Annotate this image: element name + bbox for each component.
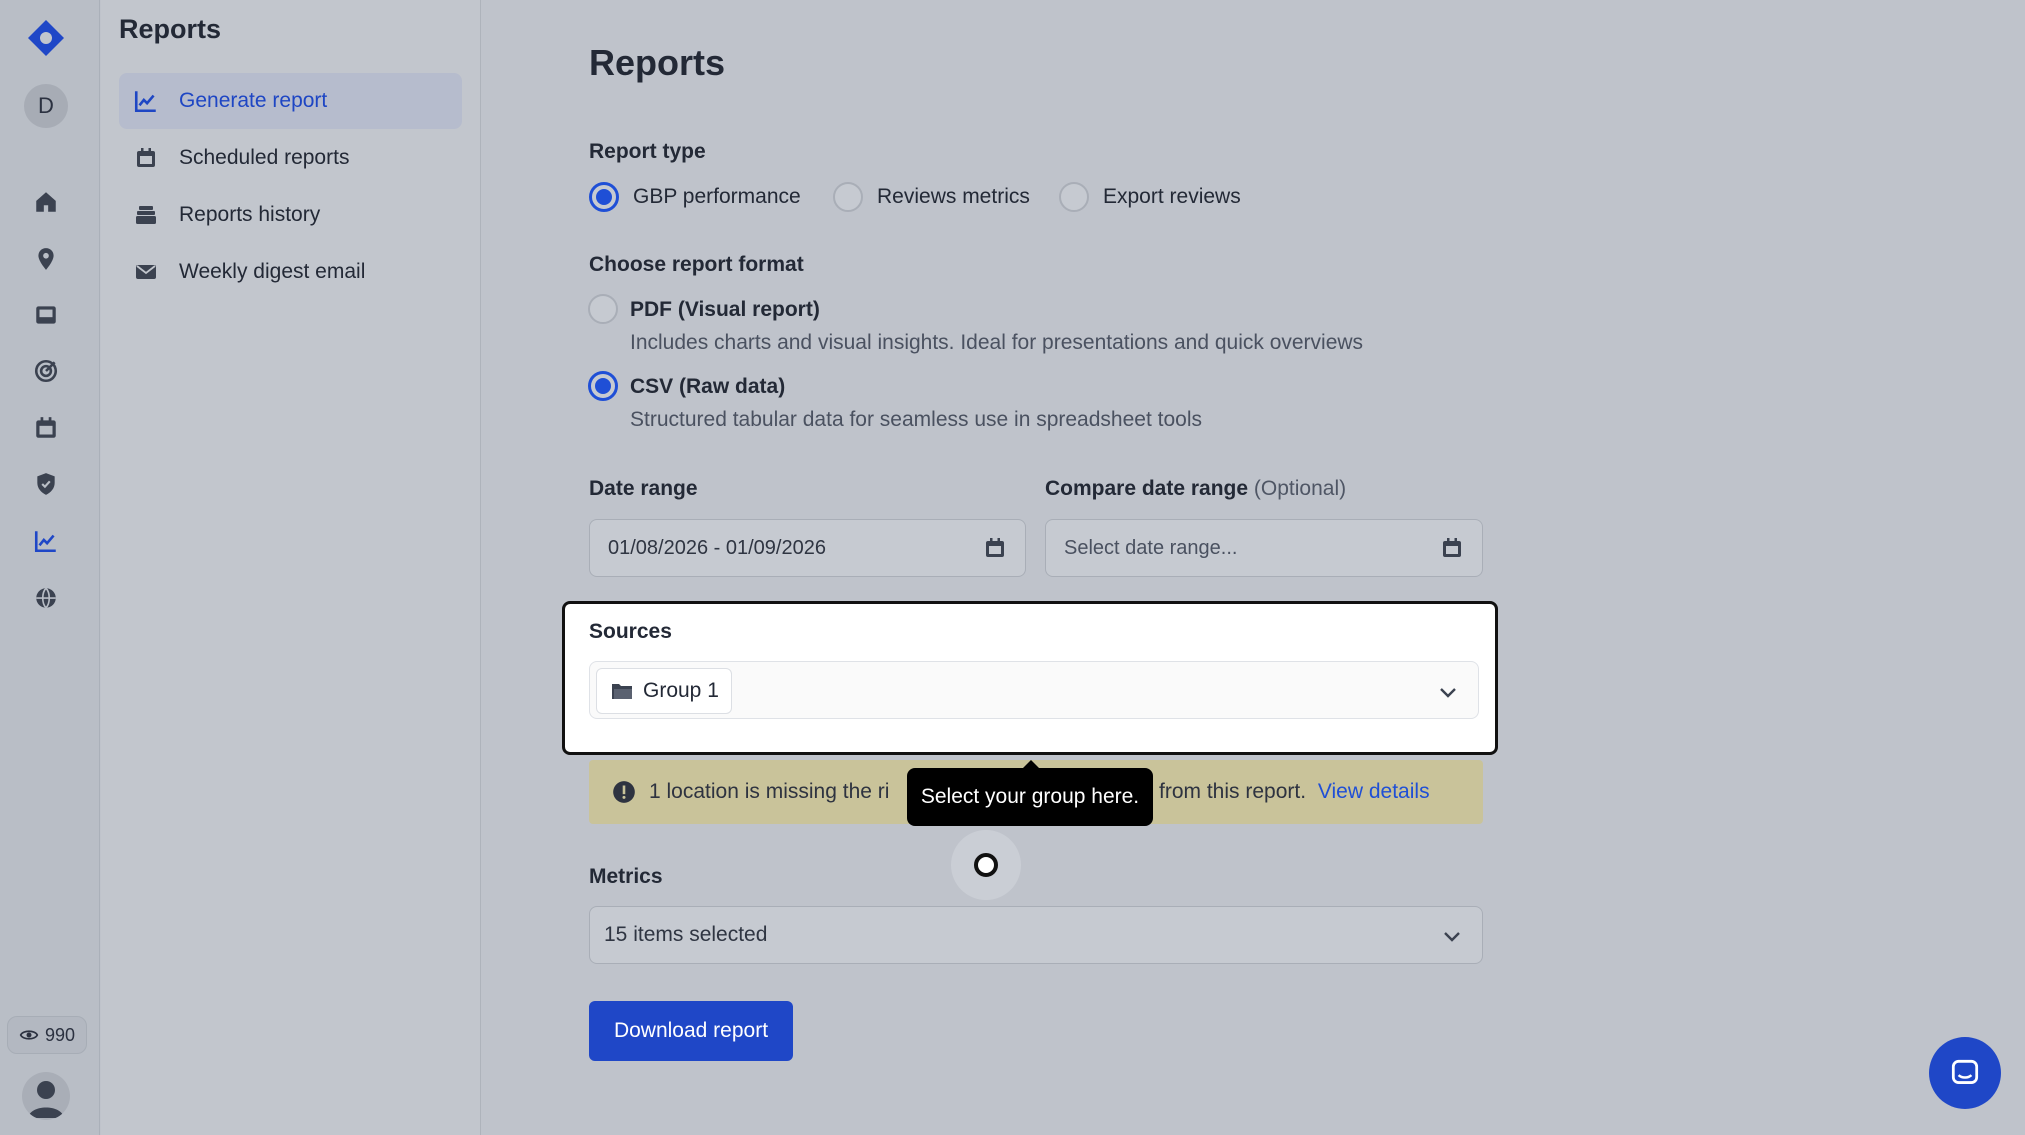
avatar-initial: D xyxy=(38,93,54,118)
icon-rail: D 990 xyxy=(0,0,100,1135)
date-range-value: 01/08/2026 - 01/09/2026 xyxy=(608,536,826,559)
page-title: Reports xyxy=(589,42,726,83)
radio-gbp-performance[interactable]: GBP performance xyxy=(589,182,801,212)
logo-icon[interactable] xyxy=(26,18,66,58)
envelope-icon xyxy=(133,259,159,285)
cursor-indicator xyxy=(974,853,998,877)
sources-select[interactable]: Group 1 xyxy=(589,661,1479,719)
sidebar-item-generate-report[interactable]: Generate report xyxy=(119,73,462,129)
chevron-down-icon[interactable] xyxy=(1440,924,1464,948)
radio-label: Export reviews xyxy=(1103,185,1241,208)
radio-pdf[interactable] xyxy=(588,294,618,324)
eye-icon xyxy=(19,1030,39,1040)
inbox-icon[interactable] xyxy=(32,301,60,329)
chart-line-icon[interactable] xyxy=(26,521,66,561)
calendar-icon[interactable] xyxy=(32,414,60,442)
report-format-label: Choose report format xyxy=(589,253,804,276)
credits-count: 990 xyxy=(44,1024,76,1045)
stack-icon xyxy=(133,202,159,228)
sidebar-item-label: Generate report xyxy=(179,89,328,112)
sources-label: Sources xyxy=(589,620,672,643)
warning-text-end: from this report. View details xyxy=(1159,780,1430,804)
radio-csv[interactable] xyxy=(588,371,618,401)
metrics-value: 15 items selected xyxy=(604,923,768,946)
radio-button[interactable] xyxy=(833,182,863,212)
credits-badge[interactable]: 990 xyxy=(7,1016,87,1054)
view-details-link[interactable]: View details xyxy=(1318,780,1430,803)
metrics-label: Metrics xyxy=(589,865,663,888)
chevron-down-icon[interactable] xyxy=(1436,680,1460,704)
user-icon[interactable] xyxy=(22,1072,70,1120)
warning-text-start: 1 location is missing the ri xyxy=(649,780,890,803)
chat-button[interactable] xyxy=(1929,1037,2001,1109)
location-pin-icon[interactable] xyxy=(32,245,60,273)
chart-line-icon xyxy=(133,88,159,114)
warning-text: from this report. xyxy=(1159,780,1307,803)
sources-highlight: Sources Group 1 xyxy=(562,601,1498,755)
radio-label: GBP performance xyxy=(633,185,801,208)
globe-icon[interactable] xyxy=(32,584,60,612)
target-icon[interactable] xyxy=(32,357,60,385)
download-report-button[interactable]: Download report xyxy=(589,1001,793,1061)
radio-export-reviews[interactable]: Export reviews xyxy=(1059,182,1241,212)
compare-date-range-label: Compare date range (Optional) xyxy=(1045,477,1346,501)
source-chip-group[interactable]: Group 1 xyxy=(596,668,732,714)
shield-icon[interactable] xyxy=(32,470,60,498)
csv-format-description: Structured tabular data for seamless use… xyxy=(630,408,1202,431)
compare-range-placeholder: Select date range... xyxy=(1064,536,1238,559)
radio-label: Reviews metrics xyxy=(877,185,1030,208)
onboarding-tooltip: Select your group here. xyxy=(907,760,1153,826)
chat-icon xyxy=(1951,1059,1979,1084)
date-range-input[interactable]: 01/08/2026 - 01/09/2026 xyxy=(589,519,1026,577)
pdf-format-title: PDF (Visual report) xyxy=(630,298,820,321)
folder-icon xyxy=(612,684,632,699)
alert-icon xyxy=(613,781,635,803)
home-icon[interactable] xyxy=(32,188,60,216)
sidebar-item-scheduled-reports[interactable]: Scheduled reports xyxy=(119,130,462,186)
metrics-select[interactable]: 15 items selected xyxy=(589,906,1483,964)
pdf-format-description: Includes charts and visual insights. Ide… xyxy=(630,331,1364,354)
optional-label: (Optional) xyxy=(1253,477,1347,500)
report-type-label: Report type xyxy=(589,140,706,163)
sidebar-item-weekly-digest[interactable]: Weekly digest email xyxy=(119,244,462,300)
radio-button[interactable] xyxy=(589,182,619,212)
radio-reviews-metrics[interactable]: Reviews metrics xyxy=(833,182,1030,212)
reports-sidebar: Reports Generate report Scheduled report… xyxy=(101,0,481,1135)
compare-date-range-input[interactable]: Select date range... xyxy=(1045,519,1483,577)
date-range-label: Date range xyxy=(589,477,698,500)
calendar-icon xyxy=(133,145,159,171)
sidebar-item-label: Scheduled reports xyxy=(179,146,350,169)
compare-label-text: Compare date range xyxy=(1045,477,1249,500)
calendar-icon[interactable] xyxy=(1440,536,1464,560)
chip-label: Group 1 xyxy=(643,679,719,702)
sidebar-item-label: Reports history xyxy=(179,203,321,226)
csv-format-title: CSV (Raw data) xyxy=(630,375,786,398)
sidebar-item-reports-history[interactable]: Reports history xyxy=(119,187,462,243)
sidebar-item-label: Weekly digest email xyxy=(179,260,366,283)
calendar-icon[interactable] xyxy=(983,536,1007,560)
sidebar-title: Reports xyxy=(119,14,222,44)
workspace-avatar[interactable]: D xyxy=(24,84,68,128)
radio-button[interactable] xyxy=(1059,182,1089,212)
